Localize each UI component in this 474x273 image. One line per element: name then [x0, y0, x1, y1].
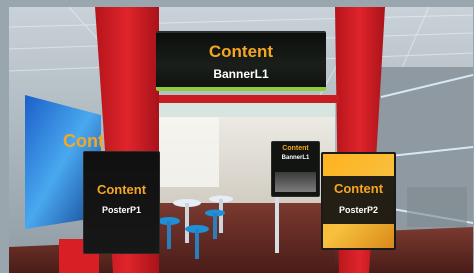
wall-display-text: Cont: [63, 131, 104, 151]
poster-p2-label: PosterP2: [338, 205, 379, 215]
banner-l1: Content BannerL1: [156, 31, 326, 91]
poster-p1: Content PosterP1: [83, 151, 160, 254]
poster-p1-content-title: Content: [96, 182, 147, 197]
inner-banner-content-title: Content: [282, 145, 309, 152]
interior-floor: [145, 203, 335, 273]
booth-ceiling-panel: [145, 103, 335, 117]
side-display: [407, 187, 467, 227]
banner-content-title: Content: [208, 42, 274, 61]
inner-banner-screen: Content BannerL1: [271, 141, 320, 197]
inner-banner-label: BannerL1: [281, 155, 310, 161]
poster-p2-content-title: Content: [333, 181, 384, 196]
exhibition-booth-scene: Cont Content BannerL1 Content BannerL1 C…: [0, 0, 474, 273]
poster-p2: Content PosterP2: [321, 152, 396, 250]
back-wall-light: [159, 117, 219, 187]
inner-display-shelf: [275, 172, 316, 192]
poster-p1-label: PosterP1: [101, 205, 142, 215]
banner-label: BannerL1: [213, 67, 269, 81]
booth-top-band: [159, 95, 339, 103]
